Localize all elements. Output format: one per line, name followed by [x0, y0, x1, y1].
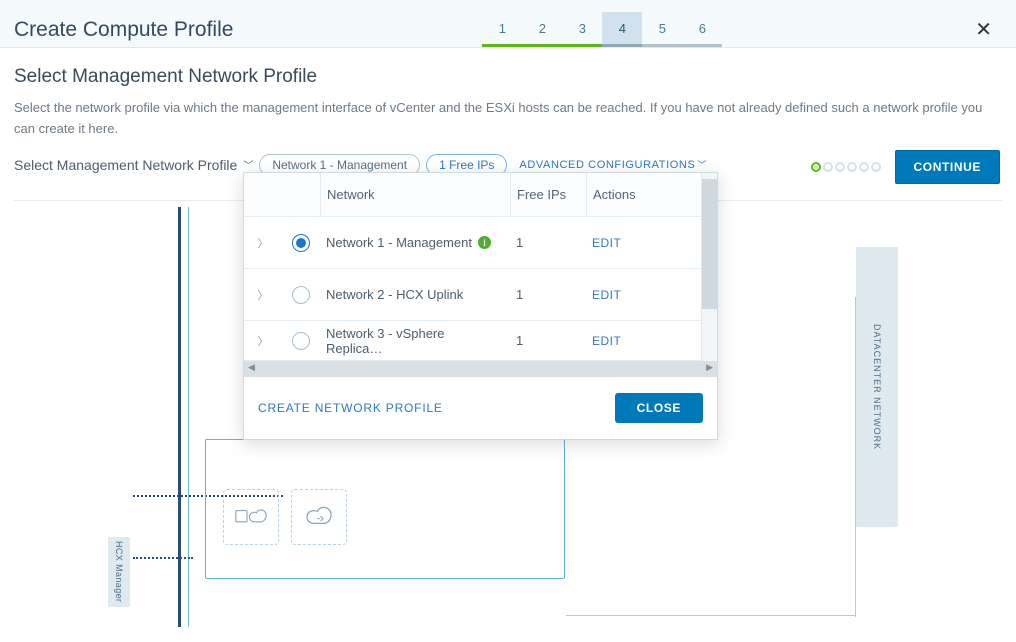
- edit-link[interactable]: EDIT: [592, 334, 621, 348]
- network-select-label: Select Management Network Profile: [14, 157, 237, 173]
- col-network: Network: [320, 173, 510, 216]
- diagram-line: [188, 207, 189, 627]
- free-ips-cell: 1: [510, 235, 586, 250]
- appliance-icon: [223, 489, 279, 545]
- hcx-manager-label: HCX Manager: [114, 541, 124, 602]
- network-name: Network 2 - HCX Uplink: [326, 287, 463, 302]
- step-2[interactable]: 2: [522, 12, 562, 47]
- datacenter-network-label: DATACENTER NETWORK: [872, 324, 882, 450]
- col-actions: Actions: [586, 173, 676, 216]
- close-icon[interactable]: ✕: [971, 13, 996, 46]
- section-description: Select the network profile via which the…: [14, 98, 999, 140]
- wizard-steps: 1 2 3 4 5 6: [482, 12, 722, 47]
- network-name: Network 1 - Management: [326, 235, 472, 250]
- step-4[interactable]: 4: [602, 12, 642, 47]
- select-network-radio[interactable]: [292, 234, 310, 252]
- horizontal-scrollbar[interactable]: [244, 361, 717, 377]
- step-5[interactable]: 5: [642, 12, 682, 47]
- step-3[interactable]: 3: [562, 12, 602, 47]
- network-table: Network Free IPs Actions 〉 Network 1 - M…: [244, 173, 717, 377]
- progress-dot: [835, 162, 845, 172]
- progress-dot: [847, 162, 857, 172]
- expand-row-icon[interactable]: 〉: [244, 235, 282, 251]
- progress-dot-active: [811, 162, 821, 172]
- section-title: Select Management Network Profile: [14, 66, 1002, 88]
- select-network-radio[interactable]: [292, 332, 310, 350]
- free-ips-cell: 1: [510, 287, 586, 302]
- wizard-header: Create Compute Profile 1 2 3 4 5 6 ✕: [0, 0, 1016, 48]
- continue-button[interactable]: CONTINUE: [895, 150, 1000, 184]
- chevron-down-icon: ﹀: [697, 160, 707, 170]
- progress-dot: [871, 162, 881, 172]
- table-row[interactable]: 〉 Network 3 - vSphere Replica… 1 EDIT: [244, 321, 717, 361]
- table-row[interactable]: 〉 Network 1 - Management i 1 EDIT: [244, 217, 717, 269]
- table-row[interactable]: 〉 Network 2 - HCX Uplink 1 EDIT: [244, 269, 717, 321]
- diagram-dotted-line: [133, 557, 193, 559]
- diagram-line: [178, 207, 181, 627]
- wizard-title: Create Compute Profile: [14, 18, 233, 42]
- select-network-radio[interactable]: [292, 286, 310, 304]
- datacenter-network-label-box: DATACENTER NETWORK: [856, 247, 898, 527]
- progress-dots: [811, 162, 881, 172]
- diagram-icon-row: [223, 489, 347, 545]
- step-6[interactable]: 6: [682, 12, 722, 47]
- expand-row-icon[interactable]: 〉: [244, 333, 282, 349]
- expand-row-icon[interactable]: 〉: [244, 287, 282, 303]
- close-button[interactable]: CLOSE: [615, 393, 703, 423]
- advanced-configurations-label: ADVANCED CONFIGURATIONS: [519, 159, 695, 171]
- cloud-icon: [291, 489, 347, 545]
- dropdown-footer: CREATE NETWORK PROFILE CLOSE: [244, 377, 717, 439]
- advanced-configurations-link[interactable]: ADVANCED CONFIGURATIONS﹀: [519, 158, 707, 171]
- chevron-down-icon[interactable]: ﹀: [243, 157, 253, 172]
- edit-link[interactable]: EDIT: [592, 288, 621, 302]
- free-ips-cell: 1: [510, 333, 586, 348]
- table-header: Network Free IPs Actions: [244, 173, 717, 217]
- vertical-scrollbar[interactable]: [701, 173, 717, 363]
- diagram-line: [566, 615, 856, 616]
- info-icon[interactable]: i: [478, 236, 491, 249]
- progress-dot: [823, 162, 833, 172]
- hcx-manager-label-box: HCX Manager: [108, 537, 130, 607]
- network-name: Network 3 - vSphere Replica…: [326, 326, 504, 356]
- col-expand: [244, 173, 282, 216]
- edit-link[interactable]: EDIT: [592, 236, 621, 250]
- col-free-ips: Free IPs: [510, 173, 586, 216]
- step-1[interactable]: 1: [482, 12, 522, 47]
- create-network-profile-link[interactable]: CREATE NETWORK PROFILE: [258, 401, 443, 415]
- progress-dot: [859, 162, 869, 172]
- col-select: [282, 173, 320, 216]
- scrollbar-thumb[interactable]: [702, 179, 717, 309]
- network-profile-dropdown: Network Free IPs Actions 〉 Network 1 - M…: [243, 172, 718, 440]
